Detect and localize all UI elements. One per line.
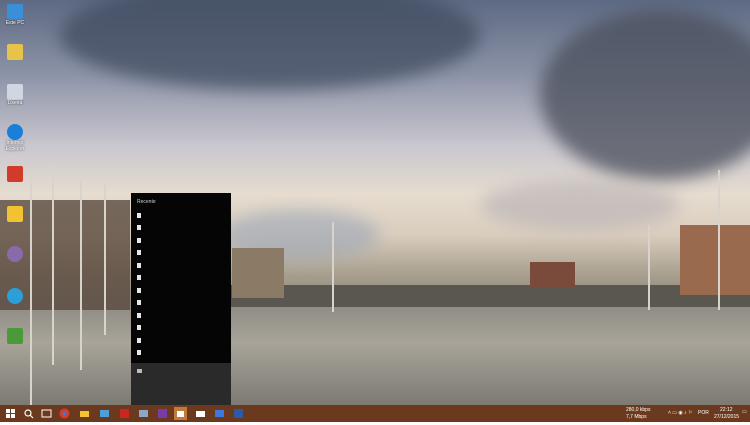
app-icon [137,369,142,373]
store-icon[interactable] [98,407,111,420]
computer-icon [7,4,23,20]
outlook-icon[interactable] [156,407,169,420]
desktop-icon-app[interactable] [4,246,26,262]
taskbar: 280,0 kbps 7,7 Mbps ˄ ▭ ◉ ♪ ⚐ POR 22:12 … [0,405,750,422]
building [680,225,750,295]
recent-file-item[interactable] [137,263,141,268]
net-download-speed: 7,7 Mbps [626,414,647,420]
recycle-bin-icon [7,84,23,100]
search-icon[interactable] [22,407,35,420]
desktop-icon-internet-explorer[interactable]: Internet Explorer [4,124,26,152]
desktop-icon-vpn[interactable] [4,328,26,344]
cloud [540,10,750,180]
desktop-icon-telegram[interactable] [4,288,26,304]
clock-time[interactable]: 22:12 [720,407,733,413]
recent-file-item[interactable] [137,300,141,305]
task-view-icon[interactable] [40,407,53,420]
desktop-icon-label: Este PC [5,20,25,26]
recent-file-item[interactable] [137,238,141,243]
recent-file-item[interactable] [137,325,141,330]
cloud [60,0,480,90]
harbor-water [0,300,750,405]
store-bag-icon[interactable] [174,407,187,420]
mail-icon[interactable] [194,407,207,420]
building [232,248,284,298]
desktop-icon-user[interactable] [4,44,26,60]
cloud [480,180,680,230]
desktop-icon-this-pc[interactable]: Este PC [4,4,26,26]
mast [52,165,54,365]
desktop-wallpaper [0,0,750,405]
desktop-icon-app[interactable] [4,166,26,182]
acrobat-icon[interactable] [118,407,131,420]
telegram-icon [7,288,23,304]
tray-icons[interactable]: ˄ ▭ ◉ ♪ ⚐ [668,410,693,416]
explorer-icon[interactable] [78,407,91,420]
chrome-icon[interactable] [58,407,71,420]
desktop-icon-label: Internet Explorer [5,140,25,152]
recent-file-item[interactable] [137,288,141,293]
app-icon[interactable] [137,407,150,420]
recent-file-item[interactable] [137,350,141,355]
clock-date[interactable]: 27/12/2015 [714,414,739,420]
mast [30,175,32,405]
folder-icon [7,206,23,222]
system-tray: 280,0 kbps 7,7 Mbps ˄ ▭ ◉ ♪ ⚐ POR 22:12 … [620,405,750,422]
recent-file-item[interactable] [137,250,141,255]
word-icon[interactable] [232,407,245,420]
desktop-icon-folder[interactable] [4,206,26,222]
recent-file-item[interactable] [137,275,141,280]
ie-icon [7,124,23,140]
windows-start-icon[interactable] [4,407,17,420]
vpn-icon [7,328,23,344]
desktop-icon-recycle-bin[interactable]: Lixeira [4,84,26,106]
mast [718,170,720,310]
mast [80,180,82,370]
app-icon [7,246,23,262]
recent-file-item[interactable] [137,338,141,343]
building [530,262,575,288]
desktop-icon-label: Lixeira [7,100,23,106]
recent-file-item[interactable] [137,213,141,218]
net-upload-speed: 280,0 kbps [626,407,651,413]
jump-list-footer[interactable] [131,363,231,405]
recent-file-item[interactable] [137,225,141,230]
mast [104,185,106,335]
mast [648,225,650,310]
user-folder-icon [7,44,23,60]
recent-file-item[interactable] [137,313,141,318]
mast [332,222,334,312]
jump-list-title: Recente [137,199,156,205]
app-icon [7,166,23,182]
jump-list-panel: Recente [131,193,231,405]
photos-icon[interactable] [213,407,226,420]
quay [230,285,750,307]
notification-icon[interactable]: ▭ [742,409,747,415]
language-indicator[interactable]: POR [698,410,709,416]
